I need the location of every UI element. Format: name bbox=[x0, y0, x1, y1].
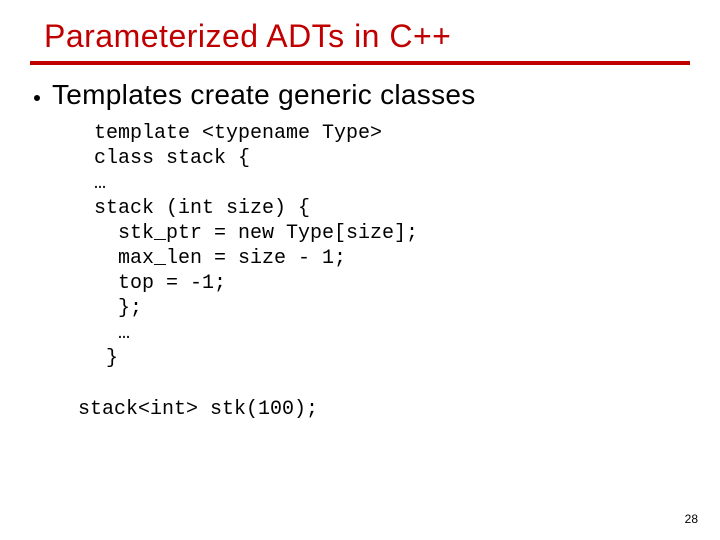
slide-title: Parameterized ADTs in C++ bbox=[44, 18, 690, 55]
code-block-usage: stack<int> stk(100); bbox=[78, 397, 690, 422]
bullet-item: Templates create generic classes bbox=[34, 79, 690, 111]
title-underline bbox=[30, 61, 690, 65]
slide: Parameterized ADTs in C++ Templates crea… bbox=[0, 0, 720, 540]
bullet-text: Templates create generic classes bbox=[52, 79, 476, 111]
bullet-dot-icon bbox=[34, 95, 40, 101]
code-block-template: template <typename Type> class stack { …… bbox=[94, 121, 690, 371]
page-number: 28 bbox=[685, 512, 698, 526]
